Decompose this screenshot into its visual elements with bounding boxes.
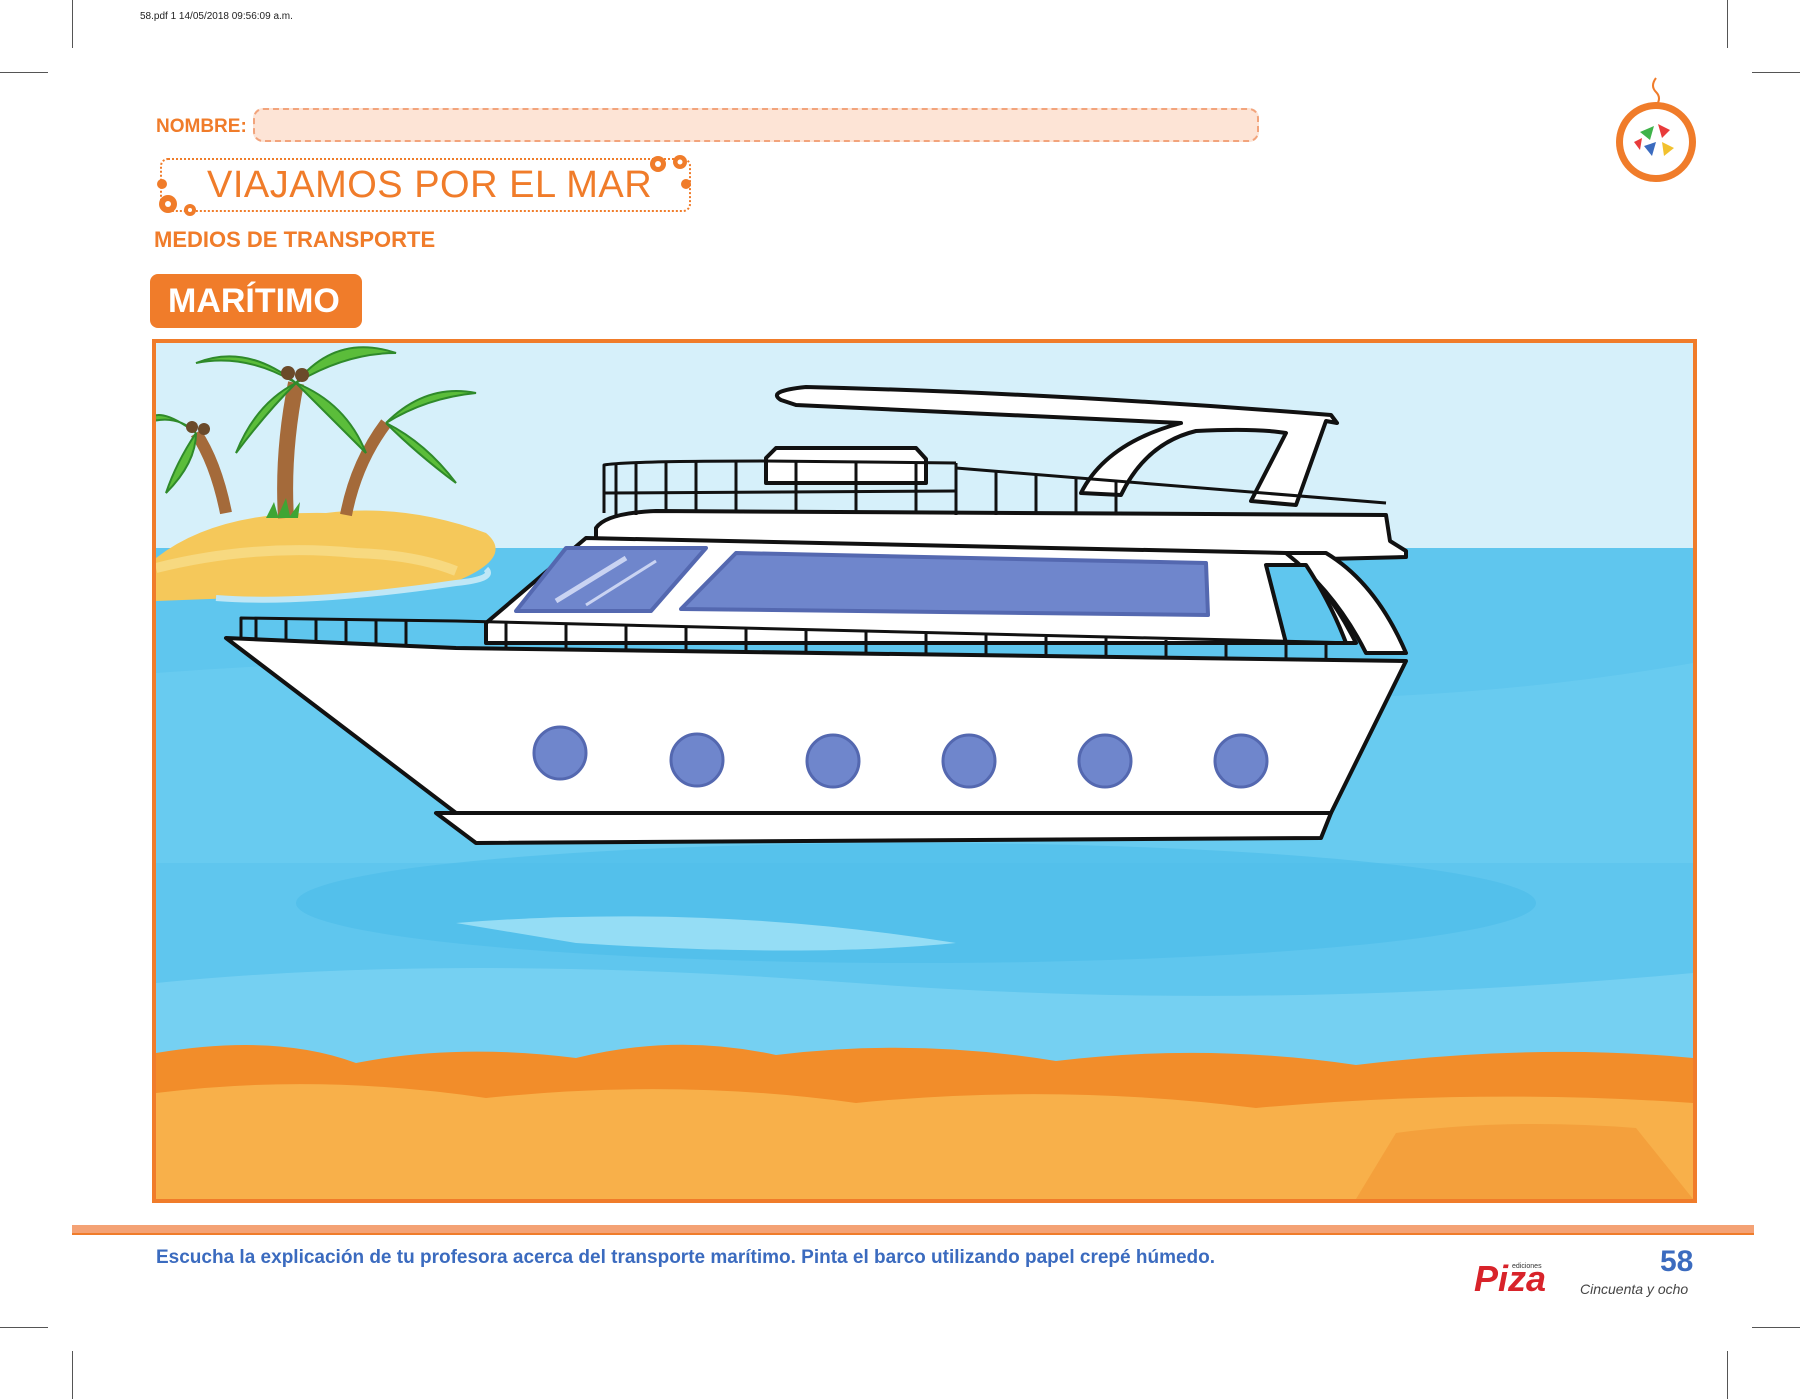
instruction-text: Escucha la explicación de tu profesora a…: [156, 1247, 1216, 1268]
crop-mark: [1727, 1351, 1728, 1399]
page-title: VIAJAMOS POR EL MAR: [207, 164, 653, 206]
coloring-scene[interactable]: [152, 339, 1697, 1203]
section-badge: MARÍTIMO: [150, 274, 362, 328]
crop-mark: [1727, 0, 1728, 48]
page-number-words: Cincuenta y ocho: [1580, 1281, 1689, 1297]
crop-mark: [1752, 72, 1800, 73]
footer-divider: [72, 1225, 1754, 1235]
crop-mark: [0, 72, 48, 73]
crop-mark: [0, 1327, 48, 1328]
yacht-illustration: [156, 343, 1693, 1199]
print-info: 58.pdf 1 14/05/2018 09:56:09 a.m.: [140, 11, 293, 22]
name-label: NOMBRE:: [156, 116, 247, 137]
crop-mark: [72, 1351, 73, 1399]
crop-mark: [1752, 1327, 1800, 1328]
book-emblem-icon: [1616, 77, 1696, 182]
publisher-logo: Piza: [1474, 1258, 1547, 1299]
name-input[interactable]: [253, 108, 1259, 142]
page-number: 58: [1660, 1245, 1694, 1278]
page-subtitle: MEDIOS DE TRANSPORTE: [154, 227, 436, 252]
crop-mark: [72, 0, 73, 48]
flower-decoration-icon: [157, 179, 196, 216]
